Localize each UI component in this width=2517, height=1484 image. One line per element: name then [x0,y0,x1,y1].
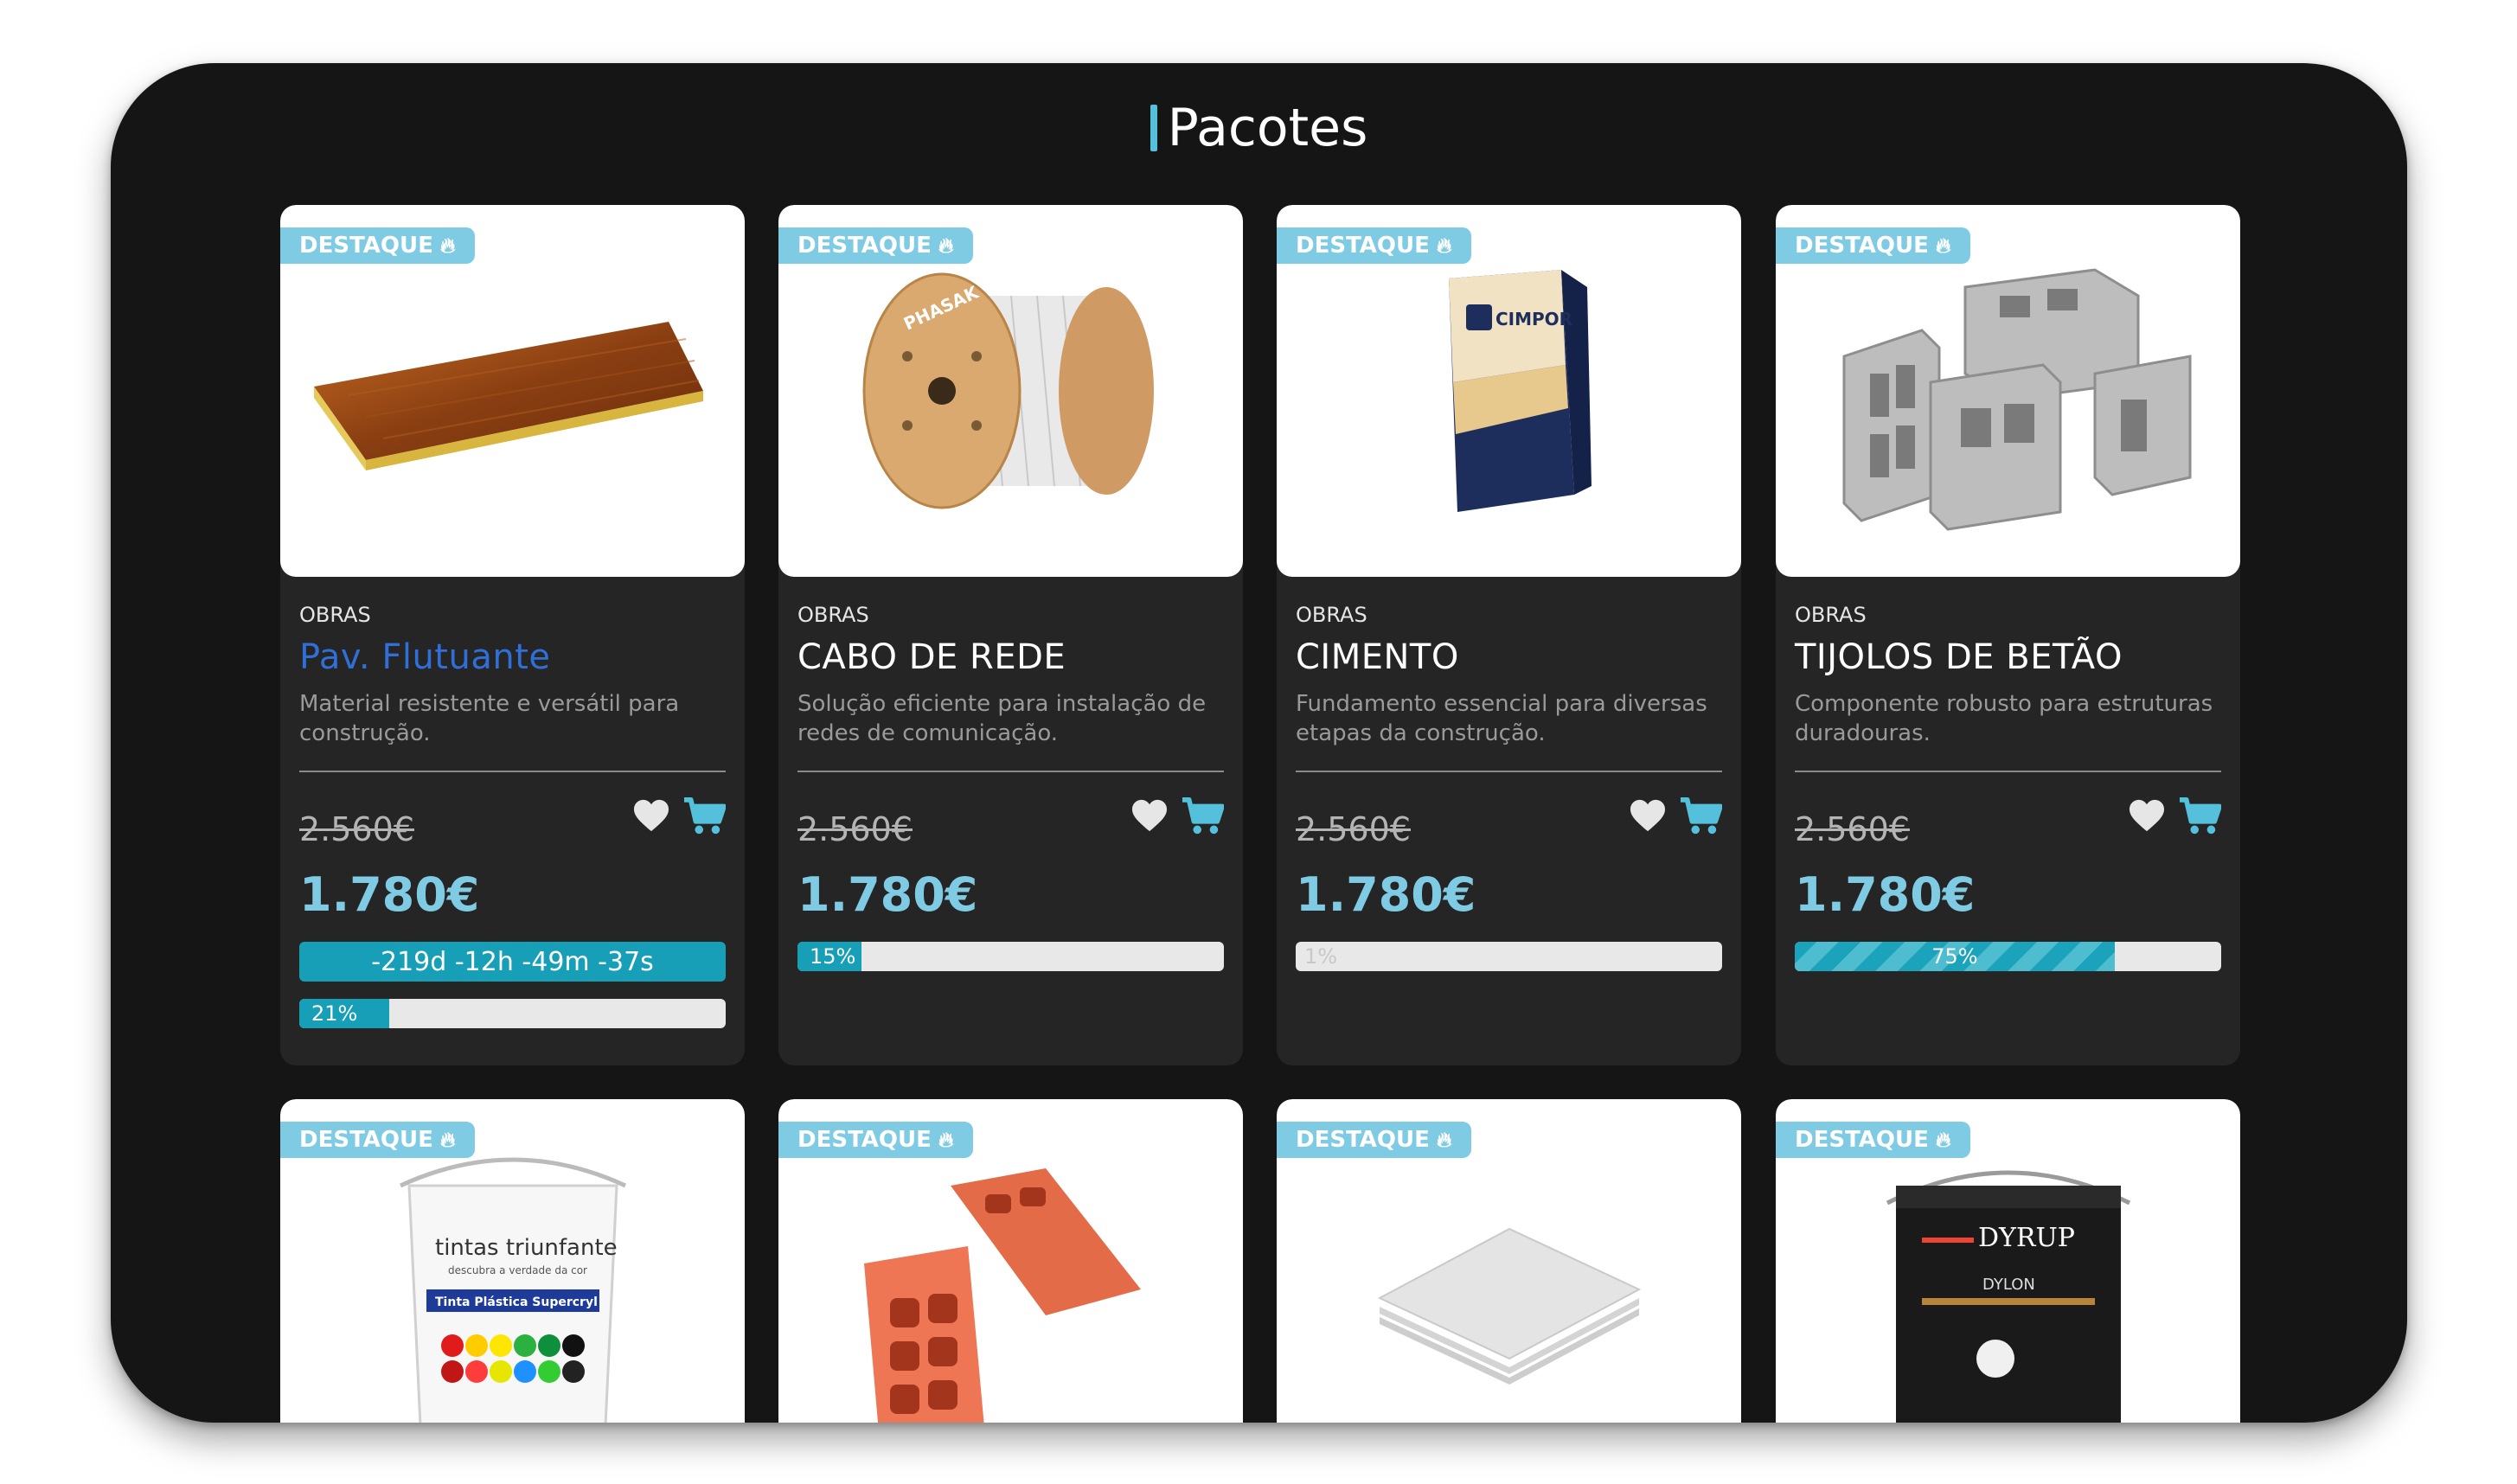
product-description: Fundamento essencial para diversas etapa… [1296,691,1707,746]
featured-badge-label: DESTAQUE [1795,233,1929,259]
flame-icon: 🔥︎ [1436,1128,1452,1152]
wood-floor-panel-icon [313,322,703,470]
product-description: Componente robusto para estruturas durad… [1795,691,2213,746]
progress-fill: 75% [1795,942,2115,971]
product-name[interactable]: CABO DE REDE [797,637,1224,677]
product-image[interactable]: DESTAQUE 🔥︎ [778,1099,1243,1423]
page-title-text: Pacotes [1167,98,1368,158]
heart-icon[interactable] [2128,798,2166,833]
paint-label-text: Tinta Plástica Supercryl [435,1295,598,1309]
product-image[interactable]: DESTAQUE 🔥︎ [1776,205,2240,577]
featured-badge-label: DESTAQUE [1296,1127,1430,1153]
old-price: 2.560€ [1296,810,1411,848]
product-name[interactable]: CIMENTO [1296,637,1722,677]
progress-fill: 1% [1296,942,1337,971]
product-category: OBRAS [1296,603,1367,627]
featured-badge-label: DESTAQUE [797,233,932,259]
can-label-text: DYLON [1982,1276,2035,1294]
cart-icon[interactable] [2178,796,2221,836]
product-image[interactable]: DESTAQUE 🔥︎ tintas triunfante descubra a… [280,1099,745,1423]
featured-badge-label: DESTAQUE [1296,233,1430,259]
product-image[interactable]: DESTAQUE 🔥︎ CIMPOR [1277,205,1741,577]
product-card[interactable]: DESTAQUE 🔥︎ OBRAS [1776,205,2240,1065]
product-card[interactable]: DESTAQUE 🔥︎ [1277,1099,1741,1423]
cable-spool-icon: PHASAK [862,272,1154,509]
flame-icon: 🔥︎ [439,1128,456,1152]
product-card[interactable]: DESTAQUE 🔥︎ OBRAS [280,205,745,1065]
can-brand-text: DYRUP [1978,1223,2075,1253]
featured-badge: DESTAQUE 🔥︎ [1277,1122,1471,1158]
featured-badge: DESTAQUE 🔥︎ [1776,227,1970,264]
progress-label: 21% [311,1001,358,1026]
cart-icon[interactable] [1679,796,1722,836]
featured-badge: DESTAQUE 🔥︎ [778,1122,973,1158]
product-card[interactable]: DESTAQUE 🔥︎ DYRUP DYLON [1776,1099,2240,1423]
progress-label: 1% [1304,944,1338,969]
product-category: OBRAS [797,603,869,627]
featured-badge: DESTAQUE 🔥︎ [280,227,475,264]
product-description: Solução eficiente para instalação de red… [797,691,1207,746]
product-name[interactable]: TIJOLOS DE BETÃO [1795,637,2221,677]
product-card[interactable]: DESTAQUE 🔥︎ CIMPOR OBRAS CIMENTO Fundame… [1277,205,1741,1065]
product-image[interactable]: DESTAQUE 🔥︎ [280,205,745,577]
heart-icon[interactable] [1629,798,1667,833]
plaster-boards-icon [1377,1227,1641,1385]
page-title: Pacotes [111,89,2407,167]
sales-progress-bar: 75% [1795,942,2221,971]
old-price: 2.560€ [1795,810,1910,848]
product-description: Material resistente e versátil para cons… [299,691,680,746]
flame-icon: 🔥︎ [1436,233,1452,258]
sales-progress-bar: 15% [797,942,1224,971]
flame-icon: 🔥︎ [1935,1128,1951,1152]
heart-icon[interactable] [1130,798,1169,833]
cement-bag-icon: CIMPOR [1448,270,1592,512]
app-window: Pacotes DESTAQUE 🔥︎ OBRAS Pav. Flutuante… [111,63,2407,1423]
clay-bricks-icon [863,1168,1141,1423]
current-price: 1.780€ [1795,867,1976,922]
heart-icon[interactable] [632,798,670,833]
sales-progress-bar: 1% [1296,942,1722,971]
sales-progress-bar: 21% [299,999,726,1028]
progress-fill: 21% [299,999,389,1028]
current-price: 1.780€ [797,867,978,922]
paint-brand-text: tintas triunfante [435,1235,618,1261]
progress-fill: 15% [797,942,861,971]
featured-badge: DESTAQUE 🔥︎ [1277,227,1471,264]
paint-bucket-icon: tintas triunfante descubra a verdade da … [399,1157,626,1423]
old-price: 2.560€ [299,810,414,848]
flame-icon: 🔥︎ [938,233,954,258]
cart-icon[interactable] [1181,796,1224,836]
flame-icon: 🔥︎ [439,233,456,258]
product-category: OBRAS [299,603,371,627]
flame-icon: 🔥︎ [1935,233,1951,258]
flame-icon: 🔥︎ [938,1128,954,1152]
product-card[interactable]: DESTAQUE 🔥︎ PHASAK OBRAS CABO DE REDE So… [778,205,1243,1065]
featured-badge-label: DESTAQUE [299,1127,433,1153]
featured-badge: DESTAQUE 🔥︎ [778,227,973,264]
product-image[interactable]: DESTAQUE 🔥︎ PHASAK [778,205,1243,577]
product-name-link[interactable]: Pav. Flutuante [299,637,726,677]
paint-tagline-text: descubra a verdade da cor [448,1264,587,1276]
cement-brand-text: CIMPOR [1495,309,1572,329]
product-image[interactable]: DESTAQUE 🔥︎ [1277,1099,1741,1423]
featured-badge-label: DESTAQUE [299,233,433,259]
product-category: OBRAS [1795,603,1867,627]
title-accent-bar [1150,105,1157,151]
featured-badge-label: DESTAQUE [797,1127,932,1153]
current-price: 1.780€ [1296,867,1476,922]
featured-badge: DESTAQUE 🔥︎ [280,1122,475,1158]
progress-label: 15% [810,944,856,969]
progress-label: 75% [1931,944,1978,969]
cart-icon[interactable] [682,796,726,836]
featured-badge: DESTAQUE 🔥︎ [1776,1122,1970,1158]
product-card[interactable]: DESTAQUE 🔥︎ tintas triunfante descubra a… [280,1099,745,1423]
old-price: 2.560€ [797,810,913,848]
current-price: 1.780€ [299,867,480,922]
product-card[interactable]: DESTAQUE 🔥︎ [778,1099,1243,1423]
countdown-timer: -219d -12h -49m -37s [299,942,726,982]
product-image[interactable]: DESTAQUE 🔥︎ DYRUP DYLON [1776,1099,2240,1423]
paint-can-icon: DYRUP DYLON [1886,1170,2130,1423]
concrete-blocks-icon [1842,268,2191,531]
featured-badge-label: DESTAQUE [1795,1127,1929,1153]
